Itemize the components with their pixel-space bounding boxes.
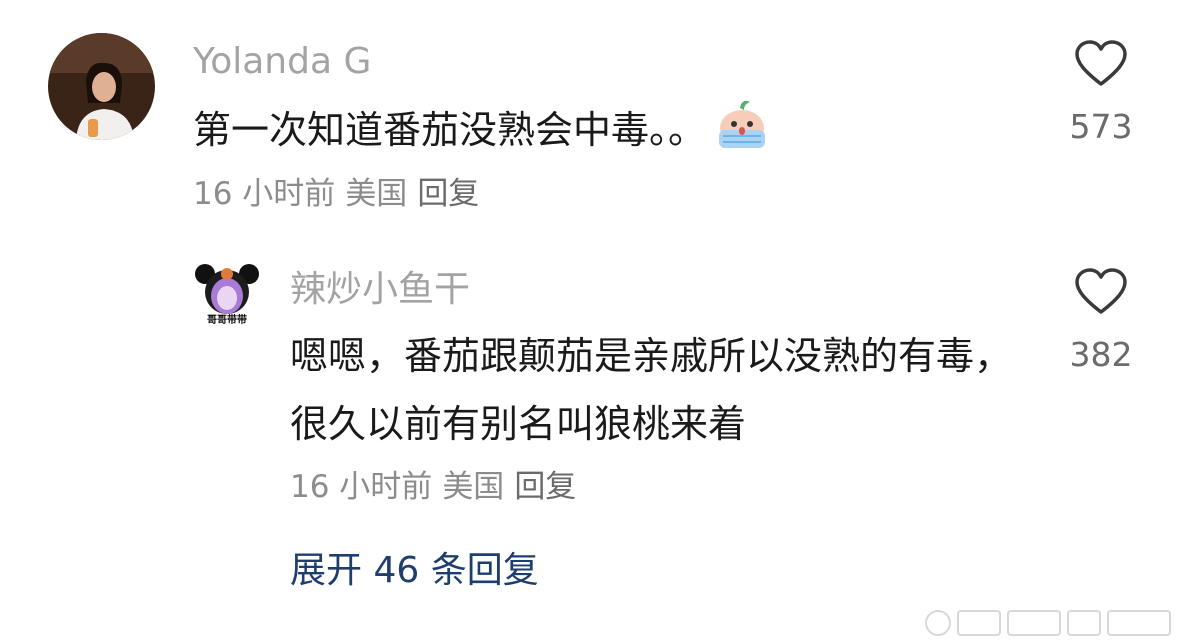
- comment-meta: 16 小时前 美国 回复: [193, 179, 489, 210]
- heart-icon[interactable]: [1074, 268, 1128, 316]
- reply-like-button[interactable]: 382: [1046, 268, 1156, 371]
- comment-time: 16 小时前: [193, 176, 336, 212]
- reply-reply-button[interactable]: 回复: [514, 469, 576, 505]
- comment-username[interactable]: Yolanda G: [193, 44, 371, 80]
- avatar-yolanda[interactable]: [48, 33, 155, 140]
- reply-time: 16 小时前: [290, 469, 433, 505]
- reply-location: 美国: [442, 469, 505, 505]
- comment-text-content: 第一次知道番茄没熟会中毒。。: [193, 108, 707, 152]
- reply-button[interactable]: 回复: [417, 176, 479, 212]
- reply-username[interactable]: 辣炒小鱼干: [290, 272, 470, 308]
- expand-replies-link[interactable]: 展开 46 条回复: [290, 553, 539, 589]
- reply-like-count: 382: [1069, 335, 1133, 374]
- reply-text: 嗯嗯，番茄跟颠茄是亲戚所以没熟的有毒，很久以前有别名叫狼桃来着: [290, 334, 1013, 446]
- reply-meta: 16 小时前 美国 回复: [290, 472, 586, 503]
- avatar-reply[interactable]: 哥哥带带: [193, 262, 261, 330]
- like-button[interactable]: 573: [1046, 40, 1156, 143]
- comment-text: 第一次知道番茄没熟会中毒。。: [193, 94, 1013, 171]
- watermark: [925, 610, 1171, 636]
- heart-icon[interactable]: [1074, 40, 1128, 88]
- avatar-caption: 哥哥带带: [207, 315, 247, 326]
- crying-face-emoji-icon: [714, 94, 770, 171]
- like-count: 573: [1069, 107, 1133, 146]
- comment-location: 美国: [345, 176, 408, 212]
